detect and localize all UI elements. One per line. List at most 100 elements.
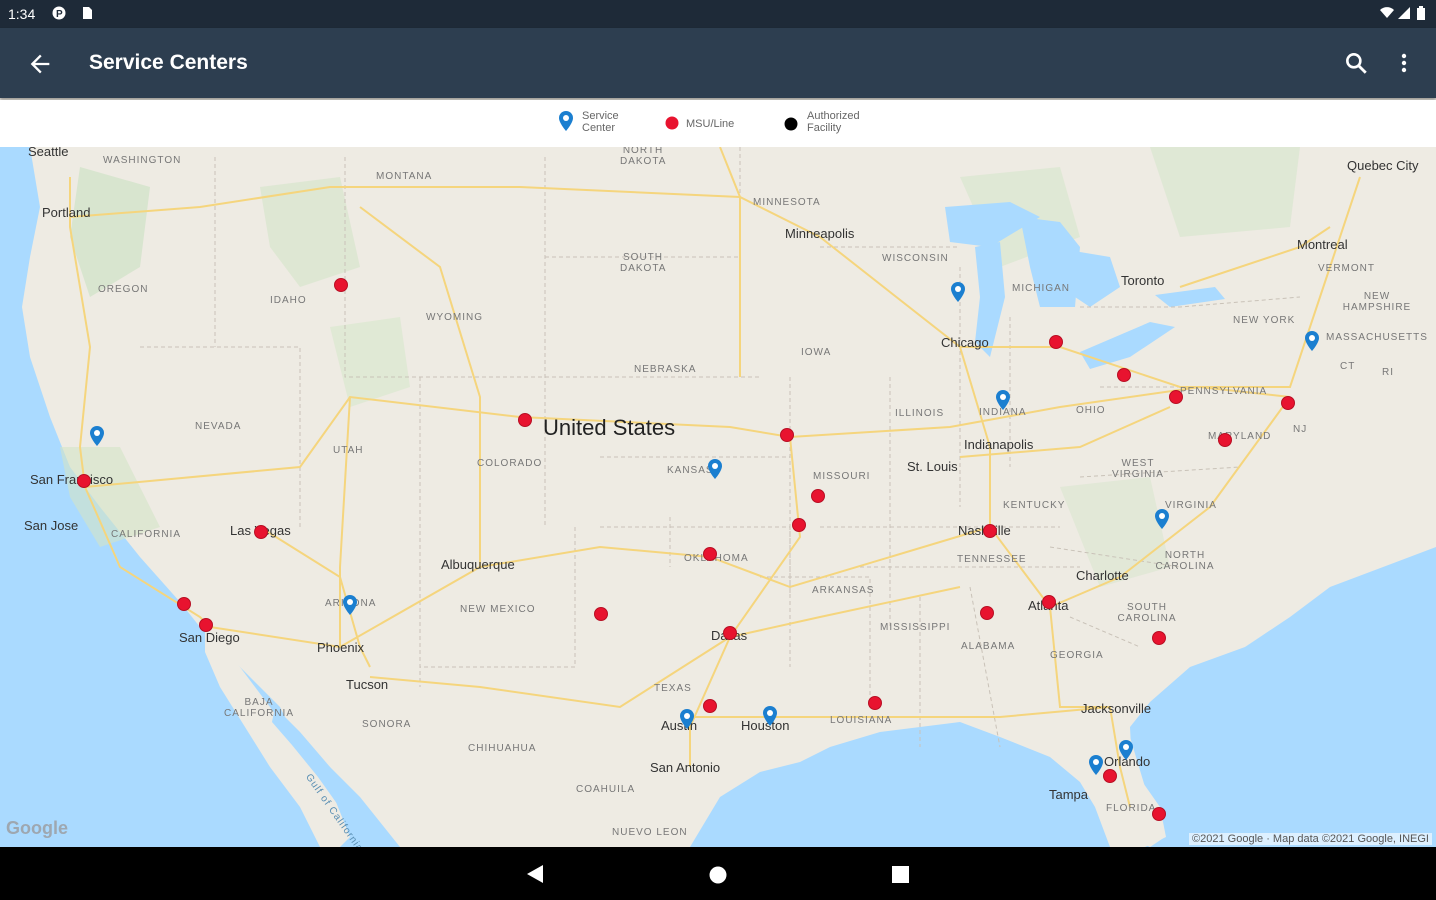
- nav-back-icon[interactable]: [523, 861, 549, 887]
- msu-line-marker[interactable]: [703, 547, 717, 561]
- city-label: Tampa: [1049, 787, 1089, 802]
- service-center-pin-icon[interactable]: [1088, 754, 1104, 776]
- state-label: SOUTH CAROLINA: [1117, 602, 1177, 624]
- state-label: NEVADA: [195, 421, 242, 432]
- msu-line-marker[interactable]: [1049, 335, 1063, 349]
- map-base: [0, 147, 1436, 847]
- state-label: SOUTH DAKOTA: [620, 252, 667, 274]
- msu-line-marker[interactable]: [594, 607, 608, 621]
- status-time: 1:34: [8, 6, 36, 22]
- msu-line-marker[interactable]: [1169, 390, 1183, 404]
- city-label: Albuquerque: [441, 557, 515, 572]
- state-label: NEBRASKA: [634, 364, 697, 375]
- service-center-pin-icon[interactable]: [762, 705, 778, 727]
- service-center-pin-icon[interactable]: [1304, 330, 1320, 352]
- msu-line-marker[interactable]: [1042, 595, 1056, 609]
- city-label: Charlotte: [1076, 568, 1129, 583]
- search-icon[interactable]: [1343, 50, 1369, 76]
- state-label: WISCONSIN: [882, 253, 949, 264]
- legend-label: Authorized Facility: [807, 110, 860, 134]
- state-label: MASSACHUSETTS: [1326, 332, 1428, 343]
- msu-line-marker[interactable]: [177, 597, 191, 611]
- msu-line-marker[interactable]: [518, 413, 532, 427]
- signal-icon: [1398, 7, 1410, 19]
- google-logo: Google: [6, 818, 68, 838]
- msu-line-marker[interactable]: [199, 618, 213, 632]
- msu-line-marker[interactable]: [780, 428, 794, 442]
- service-center-pin-icon[interactable]: [89, 425, 105, 447]
- state-label: TEXAS: [654, 683, 692, 694]
- msu-line-marker[interactable]: [1152, 807, 1166, 821]
- msu-line-marker[interactable]: [334, 278, 348, 292]
- state-label: NORTH DAKOTA: [620, 147, 667, 167]
- msu-line-marker[interactable]: [1218, 433, 1232, 447]
- city-label: Quebec City: [1347, 158, 1419, 173]
- state-label: NJ: [1293, 424, 1308, 435]
- state-label: LOUISIANA: [830, 715, 893, 726]
- wifi-icon: [1380, 7, 1394, 18]
- msu-line-marker[interactable]: [1152, 631, 1166, 645]
- state-label: SONORA: [362, 719, 412, 730]
- msu-line-marker[interactable]: [1281, 396, 1295, 410]
- msu-line-marker[interactable]: [703, 699, 717, 713]
- service-center-pin-icon[interactable]: [679, 708, 695, 730]
- city-label: Jacksonville: [1081, 701, 1152, 716]
- service-center-pin-icon[interactable]: [995, 389, 1011, 411]
- country-label: United States: [543, 415, 676, 440]
- msu-line-marker[interactable]: [1117, 368, 1131, 382]
- service-center-pin-icon[interactable]: [950, 281, 966, 303]
- state-label: WASHINGTON: [103, 155, 182, 166]
- state-label: CALIFORNIA: [111, 529, 182, 540]
- state-label: BAJA CALIFORNIA: [224, 697, 295, 719]
- msu-line-marker[interactable]: [77, 474, 91, 488]
- state-label: FLORIDA: [1106, 803, 1157, 814]
- state-label: KENTUCKY: [1003, 500, 1066, 511]
- map-view[interactable]: United States Seattle Portland San Franc…: [0, 147, 1436, 847]
- page-title: Service Centers: [89, 51, 248, 74]
- msu-line-marker[interactable]: [254, 525, 268, 539]
- state-label: NEW YORK: [1233, 315, 1296, 326]
- service-center-pin-icon[interactable]: [707, 458, 723, 480]
- city-label: Chicago: [941, 335, 989, 350]
- state-label: NORTH CAROLINA: [1155, 550, 1215, 572]
- city-label: Portland: [42, 205, 91, 220]
- nav-home-icon[interactable]: [705, 861, 731, 887]
- service-center-pin-icon[interactable]: [1154, 508, 1170, 530]
- service-center-pin-icon[interactable]: [342, 594, 358, 616]
- state-label: PENNSYLVANIA: [1180, 386, 1268, 397]
- msu-line-marker[interactable]: [868, 696, 882, 710]
- red-dot-icon: [665, 116, 679, 130]
- state-label: MISSISSIPPI: [880, 622, 951, 633]
- state-label: MONTANA: [376, 171, 433, 182]
- msu-line-marker[interactable]: [792, 518, 806, 532]
- more-options-icon[interactable]: [1394, 50, 1414, 76]
- state-label: GEORGIA: [1050, 650, 1104, 661]
- city-label: Minneapolis: [785, 226, 855, 241]
- state-label: CT: [1340, 361, 1356, 372]
- service-center-pin-icon[interactable]: [1118, 739, 1134, 761]
- state-label: UTAH: [333, 445, 364, 456]
- msu-line-marker[interactable]: [723, 626, 737, 640]
- state-label: WEST VIRGINIA: [1112, 458, 1164, 480]
- blue-pin-icon: [559, 111, 573, 131]
- state-label: ILLINOIS: [895, 408, 945, 419]
- state-label: MINNESOTA: [753, 197, 821, 208]
- msu-line-marker[interactable]: [1103, 769, 1117, 783]
- state-label: COAHUILA: [576, 784, 636, 795]
- battery-icon: [1417, 6, 1425, 20]
- sd-card-icon: [83, 7, 92, 19]
- msu-line-marker[interactable]: [811, 489, 825, 503]
- legend-authorized-facility: Authorized Facility: [807, 110, 867, 134]
- msu-line-marker[interactable]: [980, 606, 994, 620]
- nav-recents-icon[interactable]: [887, 861, 913, 887]
- status-bar: 1:34 P: [0, 0, 1436, 28]
- state-label: IOWA: [801, 347, 832, 358]
- state-label: WYOMING: [426, 312, 483, 323]
- back-arrow-icon[interactable]: [26, 50, 54, 78]
- city-label: San Francisco: [30, 472, 114, 487]
- map-legend: Service Center MSU/Line Authorized Facil…: [0, 100, 1436, 147]
- city-label: Toronto: [1121, 273, 1165, 288]
- state-label: VERMONT: [1318, 263, 1375, 274]
- map-copyright[interactable]: ©2021 Google · Map data ©2021 Google, IN…: [1189, 833, 1432, 845]
- msu-line-marker[interactable]: [983, 524, 997, 538]
